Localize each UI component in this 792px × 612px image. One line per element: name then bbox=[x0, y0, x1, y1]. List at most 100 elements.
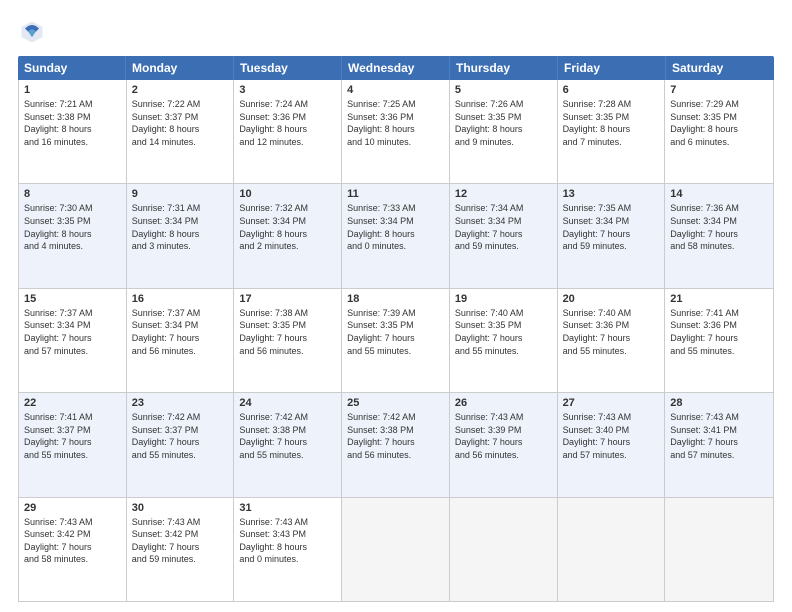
day-number: 8 bbox=[24, 188, 121, 200]
day-cell-16: 16 Sunrise: 7:37 AMSunset: 3:34 PMDayligh… bbox=[127, 289, 235, 392]
header-day-tuesday: Tuesday bbox=[234, 56, 342, 80]
day-info: Sunrise: 7:25 AMSunset: 3:36 PMDaylight:… bbox=[347, 98, 444, 148]
day-cell-24: 24 Sunrise: 7:42 AMSunset: 3:38 PMDayligh… bbox=[234, 393, 342, 496]
day-cell-8: 8 Sunrise: 7:30 AMSunset: 3:35 PMDaylight… bbox=[19, 184, 127, 287]
day-number: 27 bbox=[563, 397, 660, 409]
day-info: Sunrise: 7:42 AMSunset: 3:38 PMDaylight:… bbox=[239, 411, 336, 461]
day-cell-14: 14 Sunrise: 7:36 AMSunset: 3:34 PMDayligh… bbox=[665, 184, 773, 287]
header-day-sunday: Sunday bbox=[18, 56, 126, 80]
day-info: Sunrise: 7:43 AMSunset: 3:42 PMDaylight:… bbox=[24, 516, 121, 566]
empty-cell bbox=[342, 498, 450, 601]
day-info: Sunrise: 7:37 AMSunset: 3:34 PMDaylight:… bbox=[132, 307, 229, 357]
day-number: 26 bbox=[455, 397, 552, 409]
calendar-row-1: 1Sunrise: 7:21 AMSunset: 3:38 PMDaylight… bbox=[19, 80, 773, 184]
day-info: Sunrise: 7:43 AMSunset: 3:43 PMDaylight:… bbox=[239, 516, 336, 566]
day-cell-12: 12Sunrise: 7:34 AMSunset: 3:34 PMDayligh… bbox=[450, 184, 558, 287]
day-number: 7 bbox=[670, 84, 768, 96]
header-day-monday: Monday bbox=[126, 56, 234, 80]
day-info: Sunrise: 7:24 AMSunset: 3:36 PMDaylight:… bbox=[239, 98, 336, 148]
calendar: SundayMondayTuesdayWednesdayThursdayFrid… bbox=[18, 56, 774, 602]
day-number: 10 bbox=[239, 188, 336, 200]
day-number: 17 bbox=[239, 293, 336, 305]
day-cell-17: 17Sunrise: 7:38 AMSunset: 3:35 PMDayligh… bbox=[234, 289, 342, 392]
day-cell-5: 5 Sunrise: 7:26 AMSunset: 3:35 PMDaylight… bbox=[450, 80, 558, 183]
day-number: 23 bbox=[132, 397, 229, 409]
day-info: Sunrise: 7:26 AMSunset: 3:35 PMDaylight:… bbox=[455, 98, 552, 148]
day-number: 11 bbox=[347, 188, 444, 200]
day-cell-18: 18 Sunrise: 7:39 AMSunset: 3:35 PMDayligh… bbox=[342, 289, 450, 392]
day-info: Sunrise: 7:28 AMSunset: 3:35 PMDaylight:… bbox=[563, 98, 660, 148]
day-cell-15: 15 Sunrise: 7:37 AMSunset: 3:34 PMDayligh… bbox=[19, 289, 127, 392]
day-info: Sunrise: 7:42 AMSunset: 3:38 PMDaylight:… bbox=[347, 411, 444, 461]
empty-cell bbox=[558, 498, 666, 601]
day-info: Sunrise: 7:39 AMSunset: 3:35 PMDaylight:… bbox=[347, 307, 444, 357]
calendar-row-3: 15 Sunrise: 7:37 AMSunset: 3:34 PMDayligh… bbox=[19, 289, 773, 393]
day-number: 12 bbox=[455, 188, 552, 200]
day-info: Sunrise: 7:31 AMSunset: 3:34 PMDaylight:… bbox=[132, 202, 229, 252]
day-info: Sunrise: 7:35 AMSunset: 3:34 PMDaylight:… bbox=[563, 202, 660, 252]
day-number: 16 bbox=[132, 293, 229, 305]
day-number: 4 bbox=[347, 84, 444, 96]
day-info: Sunrise: 7:30 AMSunset: 3:35 PMDaylight:… bbox=[24, 202, 121, 252]
day-number: 24 bbox=[239, 397, 336, 409]
day-cell-6: 6 Sunrise: 7:28 AMSunset: 3:35 PMDaylight… bbox=[558, 80, 666, 183]
day-number: 18 bbox=[347, 293, 444, 305]
calendar-row-4: 22 Sunrise: 7:41 AMSunset: 3:37 PMDayligh… bbox=[19, 393, 773, 497]
day-info: Sunrise: 7:43 AMSunset: 3:39 PMDaylight:… bbox=[455, 411, 552, 461]
day-cell-3: 3 Sunrise: 7:24 AMSunset: 3:36 PMDaylight… bbox=[234, 80, 342, 183]
header-day-friday: Friday bbox=[558, 56, 666, 80]
day-number: 25 bbox=[347, 397, 444, 409]
day-cell-9: 9Sunrise: 7:31 AMSunset: 3:34 PMDaylight… bbox=[127, 184, 235, 287]
empty-cell bbox=[450, 498, 558, 601]
day-number: 19 bbox=[455, 293, 552, 305]
header bbox=[18, 18, 774, 46]
day-cell-31: 31 Sunrise: 7:43 AMSunset: 3:43 PMDayligh… bbox=[234, 498, 342, 601]
day-cell-28: 28Sunrise: 7:43 AMSunset: 3:41 PMDayligh… bbox=[665, 393, 773, 496]
day-cell-13: 13 Sunrise: 7:35 AMSunset: 3:34 PMDayligh… bbox=[558, 184, 666, 287]
day-cell-11: 11 Sunrise: 7:33 AMSunset: 3:34 PMDayligh… bbox=[342, 184, 450, 287]
page: SundayMondayTuesdayWednesdayThursdayFrid… bbox=[0, 0, 792, 612]
day-number: 20 bbox=[563, 293, 660, 305]
day-cell-26: 26 Sunrise: 7:43 AMSunset: 3:39 PMDayligh… bbox=[450, 393, 558, 496]
calendar-header: SundayMondayTuesdayWednesdayThursdayFrid… bbox=[18, 56, 774, 80]
day-cell-10: 10Sunrise: 7:32 AMSunset: 3:34 PMDayligh… bbox=[234, 184, 342, 287]
day-cell-27: 27 Sunrise: 7:43 AMSunset: 3:40 PMDayligh… bbox=[558, 393, 666, 496]
day-number: 5 bbox=[455, 84, 552, 96]
day-number: 14 bbox=[670, 188, 768, 200]
day-info: Sunrise: 7:33 AMSunset: 3:34 PMDaylight:… bbox=[347, 202, 444, 252]
day-cell-22: 22 Sunrise: 7:41 AMSunset: 3:37 PMDayligh… bbox=[19, 393, 127, 496]
day-cell-7: 7Sunrise: 7:29 AMSunset: 3:35 PMDaylight… bbox=[665, 80, 773, 183]
day-info: Sunrise: 7:41 AMSunset: 3:37 PMDaylight:… bbox=[24, 411, 121, 461]
day-info: Sunrise: 7:43 AMSunset: 3:42 PMDaylight:… bbox=[132, 516, 229, 566]
day-number: 30 bbox=[132, 502, 229, 514]
day-number: 22 bbox=[24, 397, 121, 409]
calendar-row-5: 29 Sunrise: 7:43 AMSunset: 3:42 PMDayligh… bbox=[19, 498, 773, 601]
day-info: Sunrise: 7:37 AMSunset: 3:34 PMDaylight:… bbox=[24, 307, 121, 357]
calendar-body: 1Sunrise: 7:21 AMSunset: 3:38 PMDaylight… bbox=[18, 80, 774, 602]
day-info: Sunrise: 7:42 AMSunset: 3:37 PMDaylight:… bbox=[132, 411, 229, 461]
day-info: Sunrise: 7:40 AMSunset: 3:35 PMDaylight:… bbox=[455, 307, 552, 357]
day-number: 6 bbox=[563, 84, 660, 96]
day-info: Sunrise: 7:36 AMSunset: 3:34 PMDaylight:… bbox=[670, 202, 768, 252]
logo-icon bbox=[18, 18, 46, 46]
calendar-row-2: 8 Sunrise: 7:30 AMSunset: 3:35 PMDaylight… bbox=[19, 184, 773, 288]
header-day-saturday: Saturday bbox=[666, 56, 774, 80]
day-number: 2 bbox=[132, 84, 229, 96]
day-cell-19: 19 Sunrise: 7:40 AMSunset: 3:35 PMDayligh… bbox=[450, 289, 558, 392]
empty-cell bbox=[665, 498, 773, 601]
day-number: 15 bbox=[24, 293, 121, 305]
day-info: Sunrise: 7:43 AMSunset: 3:40 PMDaylight:… bbox=[563, 411, 660, 461]
day-info: Sunrise: 7:40 AMSunset: 3:36 PMDaylight:… bbox=[563, 307, 660, 357]
header-day-thursday: Thursday bbox=[450, 56, 558, 80]
header-day-wednesday: Wednesday bbox=[342, 56, 450, 80]
day-number: 1 bbox=[24, 84, 121, 96]
day-number: 31 bbox=[239, 502, 336, 514]
day-cell-20: 20 Sunrise: 7:40 AMSunset: 3:36 PMDayligh… bbox=[558, 289, 666, 392]
day-number: 3 bbox=[239, 84, 336, 96]
day-info: Sunrise: 7:41 AMSunset: 3:36 PMDaylight:… bbox=[670, 307, 768, 357]
day-number: 21 bbox=[670, 293, 768, 305]
day-number: 13 bbox=[563, 188, 660, 200]
day-number: 29 bbox=[24, 502, 121, 514]
day-cell-21: 21 Sunrise: 7:41 AMSunset: 3:36 PMDayligh… bbox=[665, 289, 773, 392]
logo bbox=[18, 18, 50, 46]
